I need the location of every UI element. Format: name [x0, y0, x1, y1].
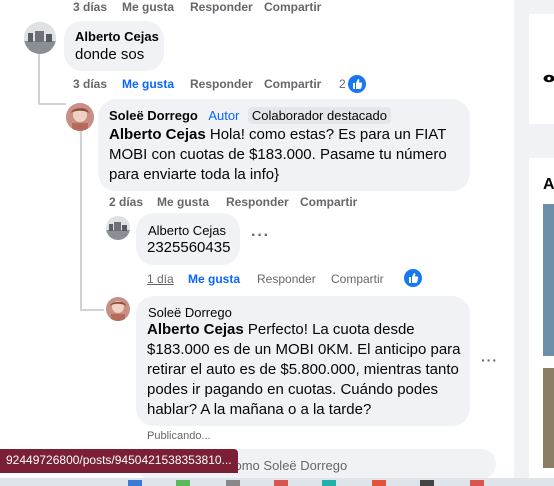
- like-button[interactable]: Me gusta: [122, 0, 174, 14]
- mention-link[interactable]: Alberto Cejas: [109, 126, 206, 143]
- taskbar-app-icon[interactable]: [128, 480, 142, 486]
- taskbar: [0, 478, 554, 486]
- comment-bubble: Alberto Cejas donde sos: [64, 21, 164, 71]
- comment-text: Alberto Cejas Perfecto! La cuota desde $…: [147, 320, 463, 420]
- posting-status: Publicando...: [147, 430, 211, 442]
- reply-button[interactable]: Responder: [190, 77, 253, 91]
- avatar[interactable]: [66, 103, 94, 131]
- comment-time[interactable]: 1 día: [147, 272, 174, 286]
- avatar[interactable]: [24, 22, 56, 54]
- comments-panel: 3 días Me gusta Responder Compartir Albe…: [0, 0, 514, 479]
- thread-line: [80, 309, 104, 311]
- reply-button[interactable]: Responder: [226, 195, 289, 209]
- eye-icon[interactable]: [543, 74, 554, 83]
- comment-bubble: Soleë Dorrego Autor Colaborador destacad…: [98, 99, 470, 191]
- sidebar-heading: A: [543, 176, 554, 193]
- comment-text: Alberto Cejas Hola! como estas? Es para …: [109, 125, 459, 185]
- avatar[interactable]: [106, 216, 130, 240]
- more-dots-icon[interactable]: ···: [251, 227, 270, 245]
- taskbar-app-icon[interactable]: [322, 480, 336, 486]
- avatar[interactable]: [106, 297, 130, 321]
- taskbar-app-icon[interactable]: [420, 480, 434, 486]
- comment-time[interactable]: 3 días: [73, 77, 107, 91]
- right-sidebar: A: [529, 0, 554, 478]
- comment-author[interactable]: Alberto Cejas: [148, 223, 226, 238]
- comment-bubble: Alberto Cejas 2325560435: [136, 213, 240, 265]
- share-button[interactable]: Compartir: [300, 195, 357, 209]
- reply-button[interactable]: Responder: [257, 272, 316, 286]
- share-button[interactable]: Compartir: [331, 272, 384, 286]
- more-dots-icon[interactable]: ···: [481, 352, 498, 368]
- comment-time[interactable]: 2 días: [109, 195, 143, 209]
- taskbar-app-icon[interactable]: [470, 480, 484, 486]
- comment-time[interactable]: 3 días: [73, 0, 107, 14]
- comment-author[interactable]: Soleë Dorrego: [109, 108, 198, 123]
- comment-header: Soleë Dorrego Autor Colaborador destacad…: [109, 107, 391, 125]
- taskbar-app-icon[interactable]: [176, 480, 190, 486]
- sidebar-card: A: [529, 158, 554, 478]
- author-badge: Autor: [208, 108, 240, 123]
- thread-line: [38, 103, 66, 105]
- comment-text: 2325560435: [147, 239, 231, 256]
- comment-bubble: Soleë Dorrego Alberto Cejas Perfecto! La…: [136, 296, 470, 426]
- thread-line: [38, 54, 40, 104]
- mention-link[interactable]: Alberto Cejas: [147, 321, 244, 338]
- comment-author[interactable]: Soleë Dorrego: [148, 305, 232, 320]
- thumbs-up-icon[interactable]: [348, 75, 366, 93]
- status-bar-url: 92449726800/posts/9450421538353810...: [0, 449, 238, 473]
- thumbs-up-icon[interactable]: [404, 269, 422, 287]
- comment-text: donde sos: [75, 46, 145, 63]
- like-button[interactable]: Me gusta: [122, 77, 174, 91]
- like-button[interactable]: Me gusta: [188, 272, 240, 286]
- taskbar-app-icon[interactable]: [372, 480, 386, 486]
- top-contributor-badge: Colaborador destacado: [247, 107, 391, 124]
- reply-placeholder: como Soleë Dorrego: [228, 458, 348, 473]
- sidebar-card: [529, 14, 554, 124]
- sidebar-image[interactable]: [543, 204, 554, 356]
- share-button[interactable]: Compartir: [264, 0, 321, 14]
- reply-button[interactable]: Responder: [190, 0, 253, 14]
- comment-author[interactable]: Alberto Cejas: [75, 29, 159, 44]
- share-button[interactable]: Compartir: [264, 77, 321, 91]
- sidebar-image[interactable]: [543, 368, 554, 468]
- taskbar-app-icon[interactable]: [274, 480, 288, 486]
- reaction-count[interactable]: 2: [339, 77, 346, 91]
- like-button[interactable]: Me gusta: [157, 195, 209, 209]
- thread-line: [80, 130, 82, 310]
- taskbar-app-icon[interactable]: [226, 480, 240, 486]
